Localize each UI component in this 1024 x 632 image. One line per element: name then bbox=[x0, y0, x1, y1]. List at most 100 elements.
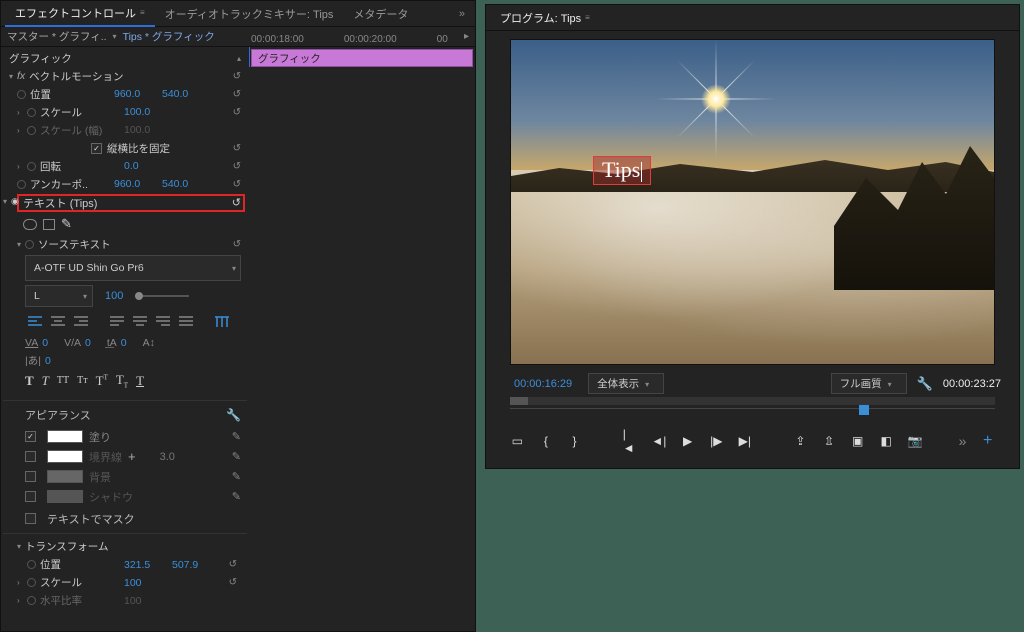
background-checkbox[interactable] bbox=[25, 471, 36, 482]
go-out-icon[interactable]: ▶| bbox=[738, 432, 753, 450]
button-overflow-icon[interactable]: » bbox=[959, 433, 967, 449]
fx-badge-icon[interactable]: fx bbox=[17, 70, 25, 82]
play-icon[interactable]: ▶ bbox=[680, 432, 695, 450]
text-mask-row[interactable]: テキストでマスク bbox=[25, 511, 241, 527]
tab-program[interactable]: プログラム: Tips ≡ bbox=[490, 6, 600, 30]
superscript-icon[interactable]: TT bbox=[96, 373, 108, 389]
stopwatch-icon[interactable] bbox=[17, 180, 26, 189]
clip-duration-bar[interactable]: グラフィック bbox=[251, 49, 473, 67]
visibility-eye-icon[interactable]: ◉ bbox=[11, 196, 23, 208]
compare-icon[interactable]: ◧ bbox=[879, 432, 894, 450]
expand-icon[interactable]: › bbox=[17, 108, 25, 117]
reset-icon[interactable]: ↺ bbox=[233, 71, 241, 82]
tab-metadata[interactable]: メタデータ bbox=[343, 2, 418, 26]
expand-icon[interactable]: ▾ bbox=[3, 197, 7, 206]
reset-icon[interactable]: ↺ bbox=[229, 577, 237, 588]
justify-right-icon[interactable] bbox=[153, 313, 173, 331]
panel-menu-icon[interactable]: ≡ bbox=[585, 13, 590, 22]
leading-field[interactable]: t͟A 0 bbox=[107, 337, 127, 349]
graphics-root-row[interactable]: グラフィック▴ bbox=[3, 49, 247, 67]
shadow-swatch[interactable] bbox=[47, 490, 83, 503]
button-editor-icon[interactable]: + bbox=[980, 432, 995, 450]
scale-row[interactable]: ›スケール100.0↺ bbox=[11, 103, 247, 121]
expand-icon[interactable]: ▾ bbox=[9, 72, 17, 81]
fill-checkbox[interactable] bbox=[25, 431, 36, 442]
collapse-icon[interactable]: ▴ bbox=[237, 54, 241, 63]
eyedropper-icon[interactable]: ✎ bbox=[232, 490, 241, 503]
kerning-field[interactable]: V/A 0 bbox=[64, 337, 91, 349]
add-stroke-icon[interactable]: + bbox=[128, 449, 136, 464]
program-video-frame[interactable]: Tips bbox=[510, 39, 995, 365]
valign-top-icon[interactable] bbox=[212, 313, 232, 331]
mark-in-icon[interactable]: { bbox=[539, 432, 554, 450]
expand-icon[interactable]: ▾ bbox=[17, 240, 25, 249]
fill-row[interactable]: 塗り✎ bbox=[25, 427, 241, 447]
vector-motion-row[interactable]: ▾fxベクトルモーション↺ bbox=[3, 67, 247, 85]
reset-icon[interactable]: ↺ bbox=[233, 89, 241, 100]
justify-all-icon[interactable] bbox=[176, 313, 196, 331]
tracking-field[interactable]: VA 0 bbox=[25, 337, 48, 349]
reset-icon[interactable]: ↺ bbox=[233, 239, 241, 250]
source-text-row[interactable]: ▾ソーステキスト↺ bbox=[3, 235, 247, 253]
export-frame-icon[interactable]: ▣ bbox=[850, 432, 865, 450]
lift-icon[interactable]: ⇪ bbox=[793, 432, 808, 450]
pen-mask-icon[interactable]: ✎ bbox=[61, 216, 72, 232]
font-size-value[interactable]: 100 bbox=[105, 290, 123, 302]
step-back-icon[interactable]: ◄| bbox=[651, 432, 666, 450]
transform-header[interactable]: ▾トランスフォーム bbox=[11, 538, 243, 556]
reset-icon[interactable]: ↺ bbox=[233, 143, 241, 154]
position-x-value[interactable]: 960.0 bbox=[114, 88, 154, 100]
stopwatch-icon[interactable] bbox=[27, 108, 36, 117]
font-size-slider[interactable] bbox=[135, 295, 189, 297]
eyedropper-icon[interactable]: ✎ bbox=[232, 470, 241, 483]
settings-wrench-icon[interactable]: 🔧 bbox=[917, 376, 933, 392]
uniform-scale-row[interactable]: 縦横比を固定↺ bbox=[11, 139, 247, 157]
justify-center-icon[interactable] bbox=[130, 313, 150, 331]
rect-mask-icon[interactable] bbox=[43, 219, 55, 230]
stopwatch-icon[interactable] bbox=[17, 90, 26, 99]
t-position-row[interactable]: 位置321.5507.9↺ bbox=[11, 556, 243, 574]
background-swatch[interactable] bbox=[47, 470, 83, 483]
stroke-checkbox[interactable] bbox=[25, 451, 36, 462]
baseline-field[interactable]: A↕ bbox=[143, 337, 155, 349]
t-position-y[interactable]: 507.9 bbox=[172, 559, 212, 571]
stopwatch-icon[interactable] bbox=[27, 162, 36, 171]
leading-value[interactable]: 0 bbox=[121, 337, 127, 349]
justify-left-icon[interactable] bbox=[107, 313, 127, 331]
tsume-field[interactable]: |あ| 0 bbox=[25, 353, 51, 368]
timecode-out[interactable]: 00:00:23:27 bbox=[943, 378, 1001, 390]
reset-icon[interactable]: ↺ bbox=[233, 107, 241, 118]
position-y-value[interactable]: 540.0 bbox=[162, 88, 202, 100]
snapshot-icon[interactable]: 📷 bbox=[908, 432, 923, 450]
underline-icon[interactable]: T bbox=[136, 373, 144, 389]
smallcaps-icon[interactable]: Tᴛ bbox=[77, 375, 87, 386]
reset-icon[interactable]: ↺ bbox=[233, 179, 241, 190]
zoom-select[interactable]: 全体表示▾ bbox=[588, 373, 664, 394]
align-right-icon[interactable] bbox=[71, 313, 91, 331]
stopwatch-icon[interactable] bbox=[25, 240, 34, 249]
stroke-swatch[interactable] bbox=[47, 450, 83, 463]
eyedropper-icon[interactable]: ✎ bbox=[232, 430, 241, 443]
shadow-row[interactable]: シャドウ✎ bbox=[25, 487, 241, 507]
wrench-icon[interactable]: 🔧 bbox=[226, 408, 241, 422]
text-layer-row[interactable]: テキスト (Tips) bbox=[17, 194, 245, 212]
kerning-value[interactable]: 0 bbox=[85, 337, 91, 349]
panel-overflow-icon[interactable]: » bbox=[453, 8, 471, 20]
background-row[interactable]: 背景✎ bbox=[25, 467, 241, 487]
reset-icon[interactable]: ↺ bbox=[229, 559, 237, 570]
t-scale-row[interactable]: ›スケール100↺ bbox=[11, 574, 243, 592]
tab-effect-controls[interactable]: エフェクトコントロール ≡ bbox=[5, 1, 155, 27]
font-family-select[interactable]: A-OTF UD Shin Go Pr6▾ bbox=[25, 255, 241, 281]
go-in-icon[interactable]: |◄ bbox=[623, 432, 638, 450]
anchor-row[interactable]: アンカーポ..960.0540.0↺ bbox=[11, 175, 247, 193]
panel-menu-icon[interactable]: ≡ bbox=[140, 8, 145, 17]
t-scale-value[interactable]: 100 bbox=[124, 577, 164, 589]
align-center-icon[interactable] bbox=[48, 313, 68, 331]
mini-time-ruler[interactable]: 00:00:18:00 00:00:20:00 00 bbox=[251, 29, 488, 49]
step-fwd-icon[interactable]: |▶ bbox=[709, 432, 724, 450]
ellipse-mask-icon[interactable] bbox=[23, 219, 37, 230]
reset-icon[interactable]: ↺ bbox=[233, 161, 241, 172]
stroke-width-value[interactable]: 3.0 bbox=[160, 451, 175, 463]
add-marker-icon[interactable]: ▭ bbox=[510, 432, 525, 450]
rotation-row[interactable]: ›回転0.0↺ bbox=[11, 157, 247, 175]
